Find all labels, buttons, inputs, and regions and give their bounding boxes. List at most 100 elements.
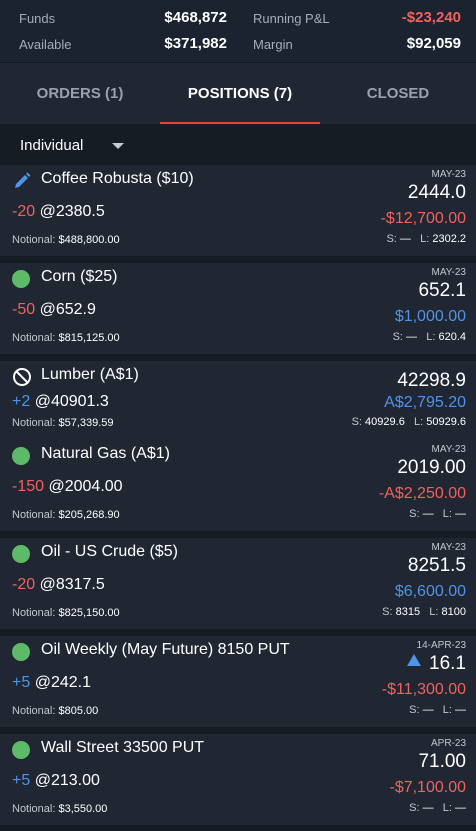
limit-value: 8100 [441, 606, 466, 618]
status-dot-icon [12, 447, 30, 465]
stop-limit: S: — L: 620.4 [393, 331, 466, 343]
position-card[interactable]: Oil - US Crude ($5) MAY-23 8251.5 -20 @8… [0, 538, 476, 629]
stop-value: — [422, 508, 434, 520]
notional-label: Notional: [12, 417, 56, 429]
position-size: -20 @8317.5 [12, 576, 105, 594]
status-dot-icon [12, 545, 30, 563]
limit-value: — [455, 704, 466, 716]
pencil-icon[interactable] [12, 171, 32, 191]
limit-value: 50929.6 [426, 416, 466, 428]
at-symbol: @ [34, 674, 51, 691]
quantity: -20 [12, 203, 36, 220]
quantity: +5 [12, 674, 31, 691]
limit-label: L: [442, 802, 452, 814]
position-size: +2 @40901.3 [12, 393, 109, 411]
expiry-month: MAY-23 [431, 267, 466, 278]
tab-orders[interactable]: ORDERS (1) [0, 63, 160, 125]
quantity: +5 [12, 772, 31, 789]
limit-value: — [455, 802, 466, 814]
limit-value: 620.4 [438, 331, 466, 343]
stop-value: 40929.6 [365, 416, 405, 428]
position-card[interactable]: Wall Street 33500 PUT APR-23 71.00 +5 @2… [0, 734, 476, 825]
price-up-arrow-icon [407, 654, 422, 666]
position-card[interactable]: Oil Weekly (May Future) 8150 PUT 14-APR-… [0, 636, 476, 727]
entry-price: 213.00 [50, 772, 100, 789]
entry-price: 652.9 [55, 301, 96, 318]
funds-value: $468,872 [164, 9, 227, 26]
notional-label: Notional: [12, 803, 56, 815]
notional-value: $488,800.00 [58, 234, 120, 246]
position-size: -150 @2004.00 [12, 478, 123, 496]
stop-value: 8315 [395, 606, 421, 618]
entry-price: 8317.5 [55, 576, 105, 593]
instrument-name: Natural Gas (A$1) [41, 445, 170, 462]
stop-limit: S: — L: — [409, 508, 466, 520]
stop-label: S: [409, 802, 420, 814]
current-price: 42298.9 [397, 370, 466, 391]
position-card[interactable]: Natural Gas (A$1) MAY-23 2019.00 -150 @2… [0, 440, 476, 531]
limit-value: — [455, 508, 466, 520]
position-card[interactable]: Coffee Robusta ($10) MAY-23 2444.0 -20 @… [0, 165, 476, 256]
notional: Notional: $3,550.00 [12, 803, 107, 815]
at-symbol: @ [39, 203, 56, 220]
expiry-month: MAY-23 [431, 444, 466, 455]
notional-label: Notional: [12, 234, 56, 246]
position-pnl: $1,000.00 [394, 308, 466, 325]
limit-label: L: [420, 233, 430, 245]
available-value: $371,982 [164, 35, 227, 52]
stop-label: S: [386, 233, 397, 245]
position-pnl: -$11,300.00 [381, 681, 466, 698]
caret-down-icon [112, 143, 124, 149]
stop-label: S: [392, 331, 403, 343]
status-dot-icon [12, 741, 30, 759]
stop-label: S: [351, 416, 362, 428]
at-symbol: @ [39, 576, 56, 593]
position-pnl: A$2,795.20 [384, 394, 466, 411]
entry-price: 2380.5 [55, 203, 105, 220]
at-symbol: @ [34, 393, 51, 410]
notional: Notional: $488,800.00 [12, 234, 120, 246]
notional: Notional: $805.00 [12, 705, 98, 717]
notional-label: Notional: [12, 509, 56, 521]
position-size: +5 @213.00 [12, 772, 100, 790]
position-pnl: -$12,700.00 [380, 210, 466, 227]
tab-positions[interactable]: POSITIONS (7) [160, 63, 320, 125]
stop-label: S: [382, 606, 393, 618]
limit-label: L: [426, 331, 436, 343]
position-size: -50 @652.9 [12, 301, 96, 319]
stop-limit: S: — L: — [409, 704, 466, 716]
prohibited-icon [13, 368, 31, 386]
status-dot-icon [12, 270, 30, 288]
notional: Notional: $205,268.90 [12, 509, 120, 521]
notional-label: Notional: [12, 332, 56, 344]
instrument-name: Corn ($25) [41, 268, 118, 285]
margin-label: Margin [253, 37, 293, 52]
limit-label: L: [442, 508, 452, 520]
position-card[interactable]: Corn ($25) MAY-23 652.1 -50 @652.9 $1,00… [0, 263, 476, 354]
entry-price: 242.1 [50, 674, 91, 691]
stop-label: S: [409, 508, 420, 520]
at-symbol: @ [48, 478, 65, 495]
limit-label: L: [413, 416, 424, 428]
quantity: +2 [12, 393, 31, 410]
expiry-month: MAY-23 [431, 169, 466, 180]
tab-closed[interactable]: CLOSED [320, 63, 476, 125]
position-pnl: -A$2,250.00 [378, 485, 466, 502]
available-label: Available [19, 37, 72, 52]
stop-value: — [422, 802, 434, 814]
limit-label: L: [442, 704, 452, 716]
account-summary: Funds $468,872 Running P&L -$23,240 Avai… [0, 0, 476, 62]
notional: Notional: $825,150.00 [12, 607, 120, 619]
view-filter-dropdown[interactable]: Individual [0, 124, 476, 164]
instrument-name: Wall Street 33500 PUT [41, 739, 205, 756]
position-pnl: $6,600.00 [394, 583, 466, 600]
filter-selected-value: Individual [20, 137, 84, 154]
entry-price: 2004.00 [64, 478, 123, 495]
position-card[interactable]: Lumber (A$1) 42298.9 +2 @40901.3 A$2,795… [0, 361, 476, 452]
stop-value: — [406, 331, 418, 343]
stop-label: S: [409, 704, 420, 716]
position-size: +5 @242.1 [12, 674, 91, 692]
margin-value: $92,059 [406, 35, 461, 52]
notional: Notional: $57,339.59 [12, 417, 114, 429]
stop-limit: S: 40929.6 L: 50929.6 [352, 416, 466, 428]
